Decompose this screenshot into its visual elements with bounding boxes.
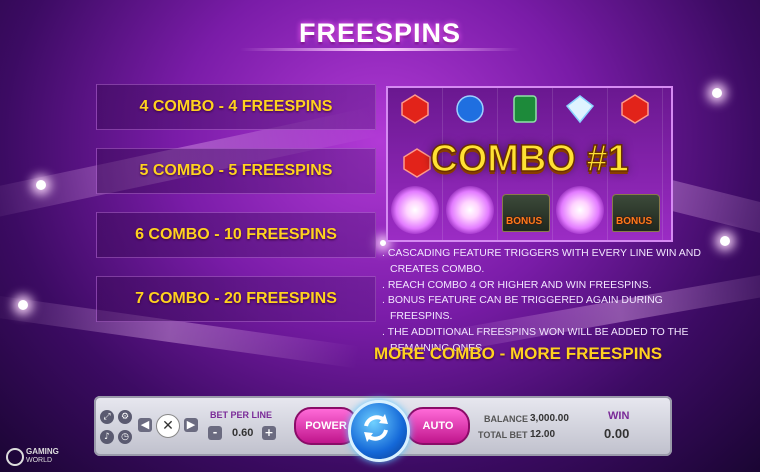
history-icon[interactable]: ◷	[118, 430, 132, 444]
auto-button[interactable]: AUTO	[406, 407, 470, 445]
rule-note: . Cascading feature triggers with every …	[382, 247, 701, 275]
burst-effect	[446, 186, 494, 234]
bonus-symbol-text: BONUS	[616, 216, 653, 227]
total-bet-label: TOTAL BET	[478, 430, 528, 440]
spin-arrows-icon	[364, 414, 388, 442]
bet-decrease-button[interactable]: -	[208, 426, 222, 440]
rule-note: . Bonus feature can be triggered again d…	[382, 294, 663, 323]
spin-button[interactable]	[348, 400, 410, 462]
bet-per-line-value: 0.60	[232, 427, 254, 439]
balance-value: 3,000.00	[530, 413, 569, 424]
brand-logo: GAMING WORLD	[6, 446, 86, 468]
sparkle-icon	[712, 88, 722, 98]
rules-notes: . Cascading feature triggers with every …	[382, 246, 702, 357]
tagline: MORE COMBO - MORE FREESPINS	[374, 344, 663, 363]
sparkle-icon	[36, 180, 46, 190]
burst-effect	[391, 186, 439, 234]
combo-row-5: 5 COMBO - 5 FREESPINS	[96, 148, 376, 194]
page-right-icon[interactable]: ▶	[184, 418, 198, 432]
brand-line2: WORLD	[26, 457, 53, 464]
logo-mark-icon	[6, 448, 24, 466]
win-label: WIN	[608, 410, 630, 422]
combo-row-7: 7 COMBO - 20 FREESPINS	[96, 276, 376, 322]
rule-note-text: Cascading feature triggers with every li…	[387, 247, 701, 275]
bonus-symbol-text: BONUS	[506, 216, 543, 227]
combo-row-4: 4 COMBO - 4 FREESPINS	[96, 84, 376, 130]
rule-note-text: Reach combo 4 or higher and win freespin…	[387, 278, 652, 291]
sound-icon[interactable]: ♪	[100, 430, 114, 444]
green-gem-icon	[513, 95, 537, 123]
rule-note-text: Bonus feature can be triggered again dur…	[387, 294, 663, 323]
close-icon[interactable]: ✕	[156, 414, 180, 438]
page-title: FREESPINS	[298, 18, 462, 48]
rule-note: . Reach combo 4 or higher and win freesp…	[382, 278, 652, 291]
title-underline	[240, 48, 520, 51]
red-gem-icon	[621, 94, 649, 124]
bet-increase-button[interactable]: +	[262, 426, 276, 440]
combo-preview-image: BONUS BONUS COMBO #1	[386, 86, 673, 242]
sparkle-icon	[18, 300, 28, 310]
balance-label: BALANCE	[484, 414, 528, 424]
combo-row-6: 6 COMBO - 10 FREESPINS	[96, 212, 376, 258]
burst-effect	[556, 186, 604, 234]
combo-counter-text: COMBO #1	[430, 137, 630, 181]
blue-gem-icon	[456, 95, 484, 123]
red-gem-icon	[401, 94, 429, 124]
page-left-icon[interactable]: ◀	[138, 418, 152, 432]
brand-line1: GAMING	[26, 447, 59, 456]
win-value: 0.00	[604, 426, 630, 441]
fullscreen-icon[interactable]: ⤢	[100, 410, 114, 424]
sparkle-icon	[720, 236, 730, 246]
bet-per-line-label: BET PER LINE	[210, 410, 273, 420]
total-bet-value: 12.00	[530, 429, 556, 440]
diamond-icon	[565, 95, 595, 124]
settings-icon[interactable]: ⚙	[118, 410, 132, 424]
